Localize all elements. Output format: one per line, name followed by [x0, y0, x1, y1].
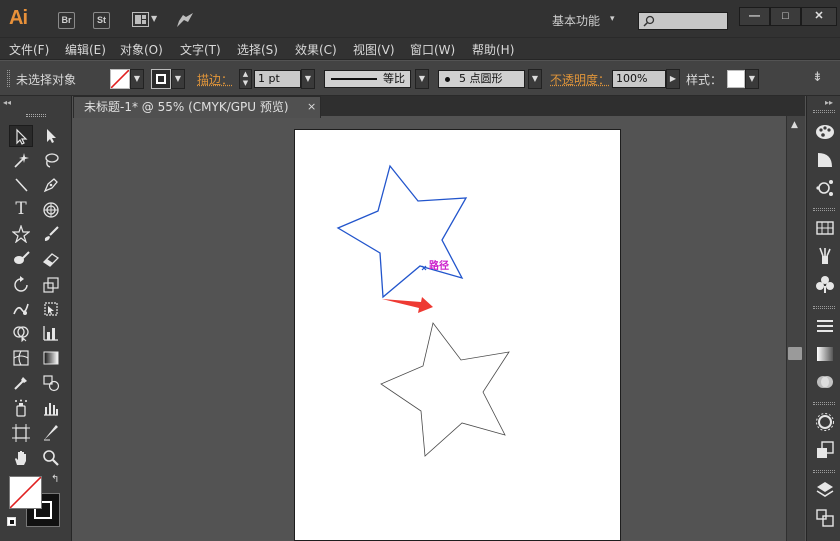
gradient-panel-icon[interactable]	[815, 344, 835, 364]
transparency-icon[interactable]	[815, 372, 835, 392]
path-label: 路径	[429, 261, 449, 272]
artboards-panel-icon[interactable]	[815, 508, 835, 528]
color-palette-icon[interactable]	[815, 122, 835, 142]
graphic-styles-icon[interactable]	[815, 440, 835, 460]
panel-grip[interactable]	[813, 402, 835, 405]
layers-icon[interactable]	[815, 480, 835, 500]
fill-color-swatch-front[interactable]	[9, 476, 42, 509]
panel-grip[interactable]	[813, 110, 835, 113]
swatches-icon[interactable]	[815, 218, 835, 238]
transform-links-icon[interactable]	[815, 178, 835, 198]
stroke-icon[interactable]	[815, 316, 835, 336]
brushes-icon[interactable]	[815, 246, 835, 266]
panel-grip[interactable]	[813, 470, 835, 473]
star-outline[interactable]	[380, 322, 510, 457]
selected-star-path[interactable]	[336, 164, 468, 299]
scroll-up-icon[interactable]: ▲	[791, 120, 798, 130]
scrollbar-thumb[interactable]	[788, 347, 802, 360]
panel-grip[interactable]	[813, 306, 835, 309]
expand-panels-icon[interactable]: ▸▸	[825, 98, 833, 107]
color-guide-icon[interactable]	[815, 150, 835, 170]
red-arrow-annotation	[382, 297, 433, 313]
panel-dock: ▸▸	[806, 96, 840, 541]
panel-grip[interactable]	[813, 208, 835, 211]
artwork-layer	[336, 164, 510, 457]
symbols-icon[interactable]	[815, 274, 835, 294]
appearance-icon[interactable]	[815, 412, 835, 432]
vertical-scrollbar[interactable]: ▲	[786, 116, 805, 541]
